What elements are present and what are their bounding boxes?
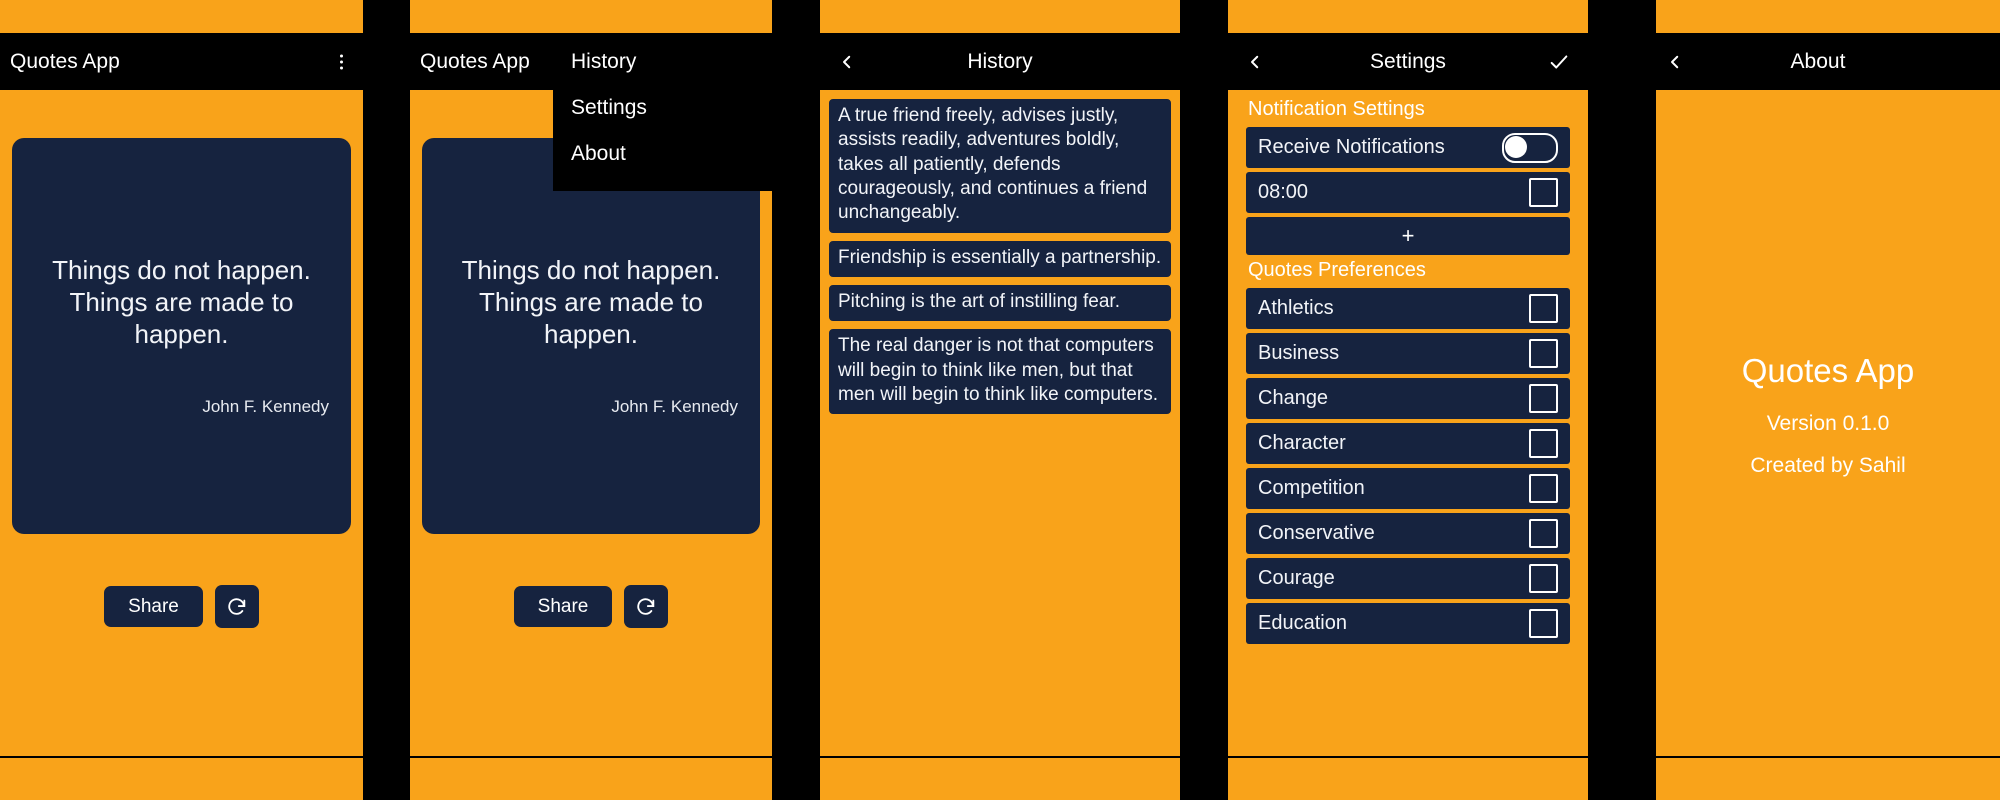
row-alarm-time[interactable]: 08:00 (1246, 172, 1570, 213)
status-strip (1656, 0, 2000, 33)
row-label: Conservative (1258, 522, 1375, 544)
menu-item-about[interactable]: About (553, 131, 772, 177)
add-alarm-button[interactable]: + (1246, 217, 1570, 255)
panel-home-menu: Quotes App Things do not happen. Things … (410, 0, 772, 800)
quote-author: John F. Kennedy (611, 396, 738, 416)
panel-history: History A true friend freely, advises ju… (820, 0, 1180, 800)
quote-actions: Share (0, 585, 363, 628)
page-title: Quotes App (420, 49, 530, 73)
list-item[interactable]: Friendship is essentially a partnership. (826, 237, 1174, 280)
row-label: Change (1258, 387, 1329, 409)
home-body: Things do not happen. Things are made to… (0, 90, 363, 757)
nav-strip (0, 758, 363, 800)
quote-card: Things do not happen. Things are made to… (12, 138, 351, 534)
preference-checkbox[interactable] (1529, 609, 1558, 638)
preference-checkbox[interactable] (1529, 384, 1558, 413)
page-title: Settings (1370, 49, 1446, 73)
menu-item-settings[interactable]: Settings (553, 85, 772, 131)
section-notification-settings: Notification Settings (1248, 98, 1425, 120)
panel-home: Quotes App Things do not happen. Things … (0, 0, 363, 800)
overflow-menu[interactable]: History Settings About (553, 33, 772, 191)
quote-card: Things do not happen. Things are made to… (422, 138, 760, 534)
refresh-icon[interactable] (214, 585, 259, 628)
row-preference-character[interactable]: Character (1246, 423, 1570, 464)
row-label: Courage (1258, 567, 1335, 589)
alarm-time-value: 08:00 (1258, 181, 1309, 203)
row-label: Receive Notifications (1258, 136, 1445, 158)
about-appbar: About (1636, 33, 2000, 90)
row-label: Competition (1258, 477, 1365, 499)
nav-strip (1228, 758, 1588, 800)
history-list[interactable]: A true friend freely, advises justly, as… (826, 96, 1174, 757)
preference-checkbox[interactable] (1529, 564, 1558, 593)
row-label: Athletics (1258, 297, 1334, 319)
list-item[interactable]: The real danger is not that computers wi… (826, 326, 1174, 418)
settings-list[interactable]: Notification Settings Receive Notificati… (1228, 90, 1588, 757)
preference-checkbox[interactable] (1529, 474, 1558, 503)
row-label: Character (1258, 432, 1346, 454)
history-body: A true friend freely, advises justly, as… (820, 90, 1180, 757)
list-item[interactable]: Pitching is the art of instilling fear. (826, 281, 1174, 325)
preference-checkbox[interactable] (1529, 294, 1558, 323)
settings-appbar: Settings (1228, 33, 1588, 90)
page-title: History (967, 49, 1033, 73)
menu-item-history[interactable]: History (553, 39, 772, 85)
about-version: Version 0.1.0 (1766, 411, 1890, 435)
nav-strip (1656, 758, 2000, 800)
receive-notifications-toggle[interactable] (1502, 132, 1558, 163)
row-preference-education[interactable]: Education (1246, 603, 1570, 644)
row-preference-courage[interactable]: Courage (1246, 558, 1570, 599)
list-item[interactable]: A true friend freely, advises justly, as… (826, 96, 1174, 236)
about-body: Quotes App Version 0.1.0 Created by Sahi… (1656, 90, 2000, 757)
row-preference-change[interactable]: Change (1246, 378, 1570, 419)
alarm-time-checkbox[interactable] (1529, 178, 1558, 207)
check-icon[interactable] (1548, 51, 1570, 73)
quote-actions: Share (410, 585, 772, 628)
quote-text: Things do not happen. Things are made to… (52, 255, 311, 349)
status-strip (820, 0, 1180, 33)
preference-checkbox[interactable] (1529, 519, 1558, 548)
share-button[interactable]: Share (104, 586, 203, 627)
about-content: Quotes App Version 0.1.0 Created by Sahi… (1656, 90, 2000, 757)
page-title: About (1790, 49, 1846, 73)
refresh-icon[interactable] (624, 585, 669, 628)
home-appbar: Quotes App (0, 33, 363, 90)
row-receive-notifications[interactable]: Receive Notifications (1246, 127, 1570, 168)
preference-checkbox[interactable] (1529, 339, 1558, 368)
screenshot-stage: Quotes App Things do not happen. Things … (0, 0, 2000, 800)
row-label: Education (1258, 612, 1347, 634)
preference-checkbox[interactable] (1529, 429, 1558, 458)
about-credit: Created by Sahil (1750, 453, 1906, 477)
nav-strip (410, 758, 772, 800)
panel-settings: Settings Notification Settings Receive N… (1228, 0, 1588, 800)
share-button[interactable]: Share (513, 586, 613, 627)
status-strip (1228, 0, 1588, 33)
about-app-name: Quotes App (1741, 351, 1915, 389)
row-preference-athletics[interactable]: Athletics (1246, 288, 1570, 329)
kebab-menu-icon[interactable] (340, 54, 343, 69)
history-appbar: History (820, 33, 1180, 90)
status-strip (410, 0, 772, 33)
row-label: Business (1258, 342, 1340, 364)
panel-about: About Quotes App Version 0.1.0 Created b… (1636, 0, 2000, 800)
row-preference-business[interactable]: Business (1246, 333, 1570, 374)
row-preference-conservative[interactable]: Conservative (1246, 513, 1570, 554)
page-title: Quotes App (10, 49, 120, 73)
nav-strip (820, 758, 1180, 800)
settings-body: Notification Settings Receive Notificati… (1228, 90, 1588, 757)
quote-text: Things do not happen. Things are made to… (461, 255, 721, 349)
row-preference-competition[interactable]: Competition (1246, 468, 1570, 509)
quote-author: John F. Kennedy (202, 396, 329, 416)
status-strip (0, 0, 363, 33)
section-quotes-preferences: Quotes Preferences (1248, 259, 1426, 281)
